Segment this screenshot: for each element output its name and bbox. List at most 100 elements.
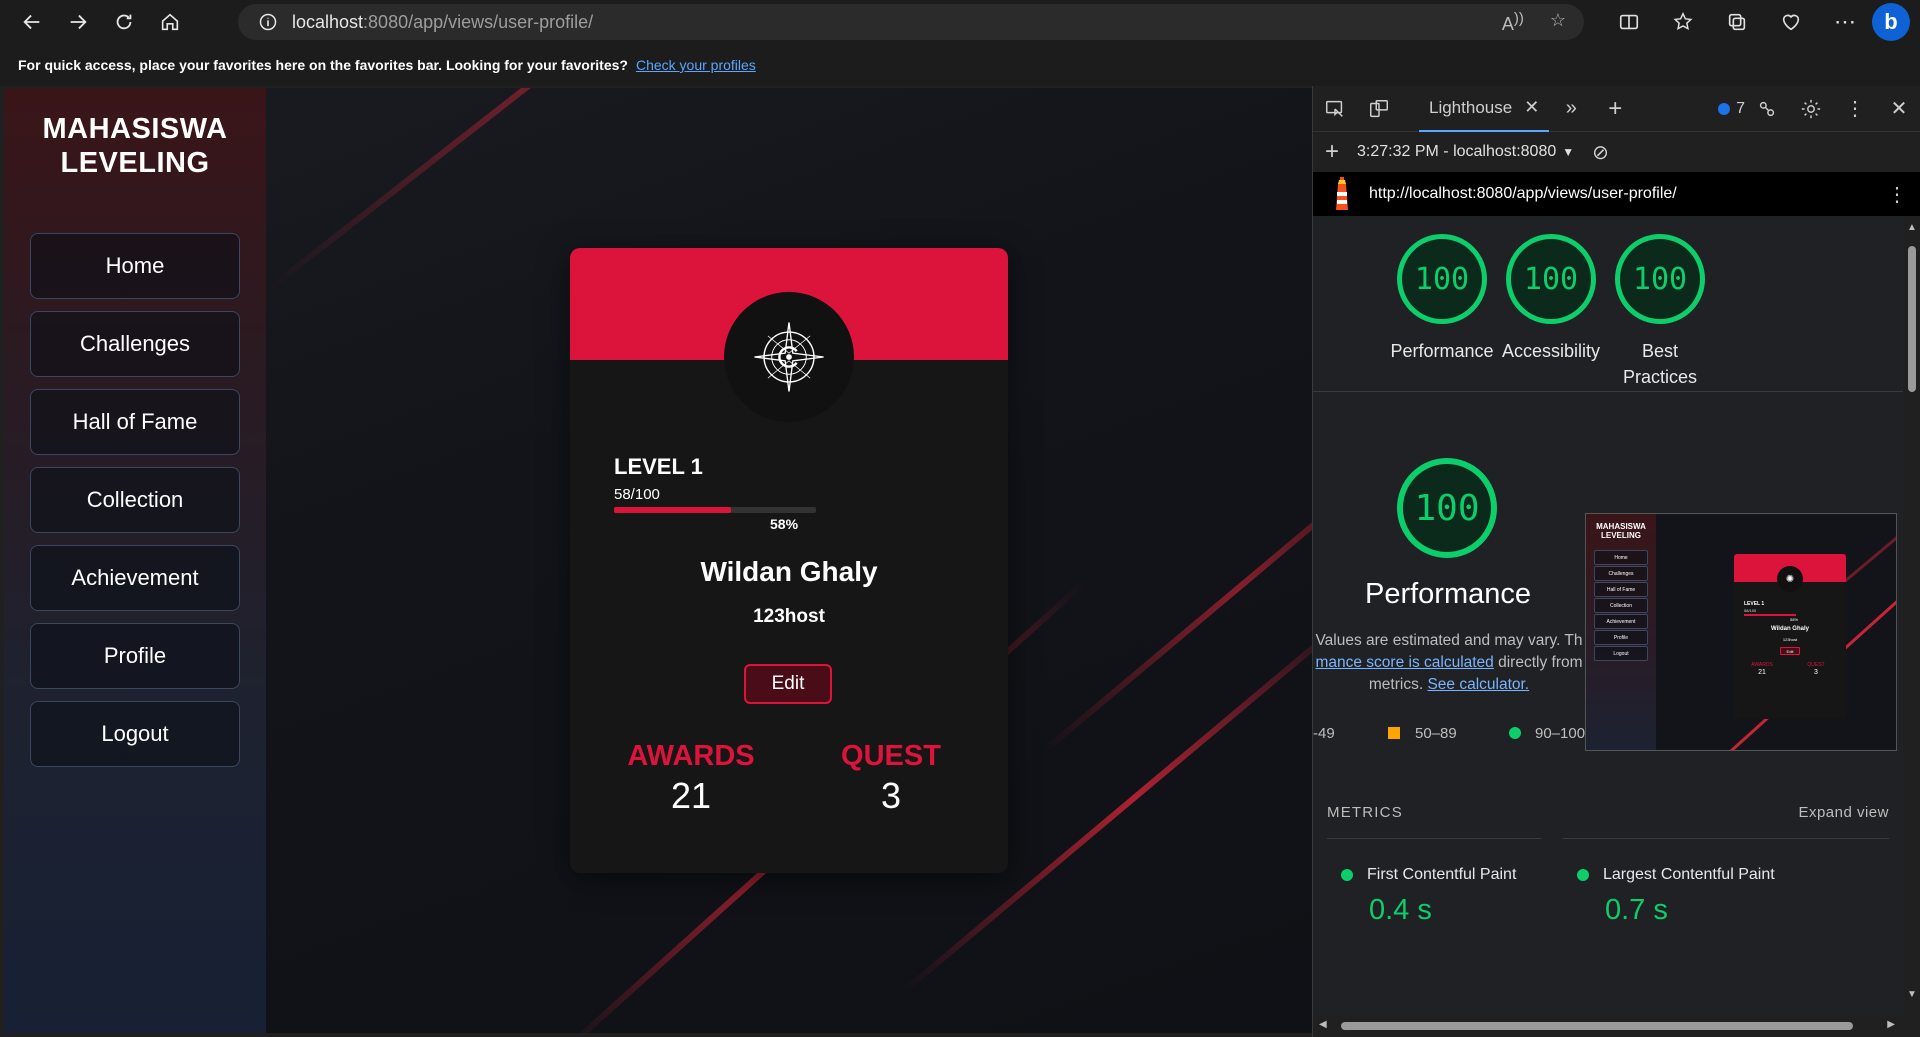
score-gauges: 100 Performance 100 Accessibility 100 Be… [1313,216,1903,392]
legend-good-icon [1509,727,1521,739]
close-devtools-icon[interactable]: ✕ [1877,86,1920,132]
score-calculated-link[interactable]: mance score is calculated [1315,654,1493,671]
device-toolbar-icon[interactable] [1357,86,1401,132]
devtools-menu-icon[interactable]: ⋮ [1833,86,1877,132]
devtools-tabbar: Lighthouse ✕ » + 7 ⋮ ✕ [1313,86,1920,132]
thumb-nav-item: Home [1594,550,1648,565]
report-vertical-scrollbar[interactable]: ▲ ▼ [1903,220,1920,1002]
forward-icon[interactable] [58,4,98,40]
close-tab-icon[interactable]: ✕ [1524,97,1539,118]
issues-icon [1718,102,1731,115]
back-icon[interactable] [12,4,52,40]
metric-lcp: Largest Contentful Paint 0.7 s [1577,866,1807,927]
nav-logout[interactable]: Logout [30,701,240,767]
nav-collection[interactable]: Collection [30,467,240,533]
thumb-quest: QUEST [1807,662,1825,668]
nav-challenges[interactable]: Challenges [30,311,240,377]
nav-profile[interactable]: Profile [30,623,240,689]
thumb-brand: MAHASISWA LEVELING [1596,522,1646,540]
score-legend: -49 50–89 90–100 [1313,720,1613,750]
address-url[interactable]: localhost:8080/app/views/user-profile/ [292,12,593,33]
report-menu-icon[interactable]: ⋮ [1887,182,1907,207]
thumb-name: Wildan Ghaly [1771,626,1809,632]
performance-description: Values are estimated and may vary. Th ma… [1315,632,1583,693]
more-tabs-icon[interactable]: » [1549,86,1593,132]
customize-icon[interactable] [1745,86,1789,132]
tab-lighthouse[interactable]: Lighthouse ✕ [1419,86,1550,132]
thumb-nav-item: Hall of Fame [1594,582,1648,597]
nav-hall-of-fame[interactable]: Hall of Fame [30,389,240,455]
metrics-divider [1327,838,1541,839]
lighthouse-report: 100 Performance 100 Accessibility 100 Be… [1313,216,1903,1016]
gauge-best-practices[interactable]: 100 Best Practices [1595,234,1725,390]
site-info-icon[interactable] [256,10,280,34]
report-dropdown-icon[interactable]: ▼ [1562,145,1574,159]
settings-gear-icon[interactable] [1789,86,1833,132]
level-label: LEVEL 1 [614,454,703,479]
thumb-quest-value: 3 [1814,669,1818,676]
metric-fcp: First Contentful Paint 0.4 s [1341,866,1571,927]
nav-achievement[interactable]: Achievement [30,545,240,611]
see-calculator-link[interactable]: See calculator. [1427,676,1529,693]
address-bar[interactable]: localhost:8080/app/views/user-profile/ A… [238,4,1584,40]
inspect-icon[interactable] [1313,86,1357,132]
favorites-icon[interactable] [1656,0,1710,44]
app-brand: MAHASISWA LEVELING [42,113,228,179]
more-menu-icon[interactable]: ⋯ [1818,0,1872,44]
awards-value: 21 [670,775,712,816]
thumb-xp-bar [1744,614,1796,616]
metrics-header: METRICS Expand view [1327,804,1889,821]
devtools-panel: Lighthouse ✕ » + 7 ⋮ ✕ + 3:27:32 PM - loc… [1312,86,1920,1037]
lighthouse-logo-icon [1336,177,1348,210]
clear-reports-icon[interactable]: ⊘ [1592,140,1609,165]
report-horizontal-scrollbar[interactable]: ◀ ▶ [1313,1016,1920,1036]
lighthouse-toolbar: + 3:27:32 PM - localhost:8080 ▼ ⊘ [1313,132,1920,172]
legend-mid: 50–89 [1415,725,1457,742]
refresh-icon[interactable] [104,4,144,40]
quest-label: QUEST [841,740,941,772]
metrics-divider [1563,838,1889,839]
user-handle: 123host [753,606,825,627]
copilot-icon[interactable]: b [1872,3,1910,41]
thumb-card: ✺ LEVEL 1 58/100 58% Wildan Ghaly 123hos… [1734,554,1846,719]
xp-percent: 58% [770,516,799,532]
check-profiles-link[interactable]: Check your profiles [636,57,756,73]
thumb-nav-item: Challenges [1594,566,1648,581]
awards-label: AWARDS [627,740,755,772]
report-url[interactable]: http://localhost:8080/app/views/user-pro… [1369,185,1677,203]
scroll-right-icon[interactable]: ▶ [1887,1019,1895,1030]
thumb-awards-value: 21 [1758,669,1766,676]
thumb-pct: 58% [1790,617,1799,622]
scroll-up-icon[interactable]: ▲ [1907,222,1917,233]
scroll-left-icon[interactable]: ◀ [1319,1019,1327,1030]
nav-home[interactable]: Home [30,233,240,299]
final-screenshot-thumbnail[interactable]: MAHASISWA LEVELING Home Challenges Hall … [1585,513,1897,751]
issues-counter[interactable]: 7 [1718,100,1745,118]
browser-essentials-icon[interactable] [1764,0,1818,44]
thumb-avatar-icon: ✺ [1777,566,1803,592]
avatar [724,292,854,422]
expand-view-button[interactable]: Expand view [1798,804,1889,821]
favorites-bar-text: For quick access, place your favorites h… [18,57,628,73]
compass-emblem-icon [754,322,824,392]
thumb-awards: AWARDS [1751,662,1773,668]
report-selector[interactable]: 3:27:32 PM - localhost:8080 [1357,143,1556,161]
edit-profile-button[interactable]: Edit [744,664,832,704]
legend-low: -49 [1313,725,1335,742]
thumb-handle: 123host [1782,637,1798,642]
split-screen-icon[interactable] [1602,0,1656,44]
profile-card: LEVEL 1 58/100 58% Wildan Ghaly 123host … [570,248,1008,873]
report-url-bar: http://localhost:8080/app/views/user-pro… [1313,172,1920,216]
metrics-label: METRICS [1327,804,1403,821]
sidebar: MAHASISWA LEVELING Home Challenges Hall … [4,88,266,1033]
home-icon[interactable] [150,4,190,40]
favorite-star-icon[interactable]: ☆ [1550,10,1566,35]
quest-stat: QUEST 3 [826,740,956,817]
new-report-icon[interactable]: + [1325,138,1339,166]
scroll-down-icon[interactable]: ▼ [1907,989,1917,1000]
xp-progress-bar [614,507,816,513]
read-aloud-icon[interactable]: A)) [1502,10,1524,35]
collections-icon[interactable] [1710,0,1764,44]
thumb-nav-item: Collection [1594,598,1648,613]
add-tab-icon[interactable]: + [1593,86,1637,132]
